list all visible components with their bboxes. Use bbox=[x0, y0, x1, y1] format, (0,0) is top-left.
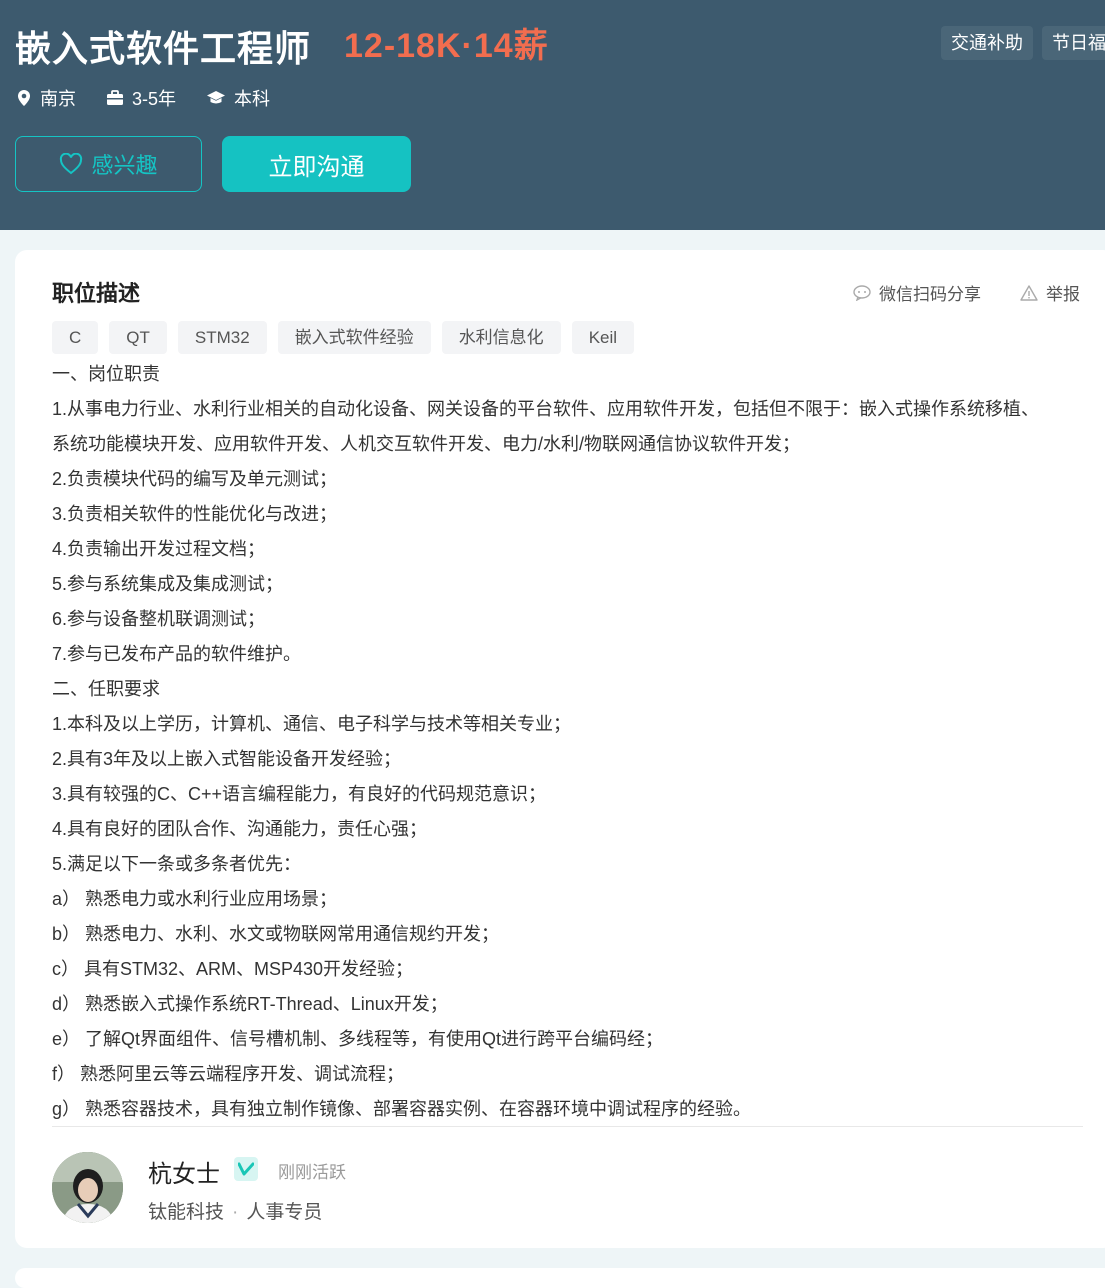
wechat-icon bbox=[853, 284, 871, 301]
description-line: 二、任职要求 bbox=[52, 679, 160, 699]
description-line: 3.负责相关软件的性能优化与改进； bbox=[52, 504, 338, 524]
job-title: 嵌入式软件工程师 bbox=[15, 28, 312, 69]
description-line: d） 熟悉嵌入式操作系统RT-Thread、Linux开发； bbox=[52, 994, 448, 1014]
verified-icon bbox=[234, 1157, 258, 1181]
recruiter-avatar[interactable] bbox=[52, 1152, 123, 1223]
description-line: 系统功能模块开发、应用软件开发、人机交互软件开发、电力/水利/物联网通信协议软件… bbox=[52, 434, 800, 454]
description-line: 5.满足以下一条或多条者优先： bbox=[52, 854, 302, 874]
avatar-photo bbox=[52, 1152, 123, 1223]
skill-tag[interactable]: QT bbox=[109, 321, 167, 354]
job-description-card: 职位描述 微信扫码分享 举报 C QT STM32 嵌入式软件经验 水利信息化 … bbox=[15, 250, 1105, 1248]
description-line: 6.参与设备整机联调测试； bbox=[52, 609, 266, 629]
welfare-tag: 节日福 bbox=[1042, 26, 1105, 60]
active-status: 刚刚活跃 bbox=[278, 1163, 346, 1182]
job-meta: 南京 3-5年 本科 bbox=[16, 85, 300, 111]
location-text: 南京 bbox=[40, 89, 76, 109]
education-text: 本科 bbox=[234, 89, 271, 109]
description-line: 一、岗位职责 bbox=[52, 364, 160, 384]
job-header-banner: 嵌入式软件工程师 12-18K·14薪 交通补助 节日福 南京 3-5年 本科 bbox=[0, 0, 1105, 230]
divider bbox=[52, 1126, 1083, 1127]
wechat-share-label: 微信扫码分享 bbox=[879, 285, 981, 304]
location: 南京 bbox=[16, 85, 76, 111]
description-line: g） 熟悉容器技术，具有独立制作镜像、部署容器实例、在容器环境中调试程序的经验。 bbox=[52, 1099, 752, 1119]
education: 本科 bbox=[206, 85, 270, 111]
interest-label: 感兴趣 bbox=[91, 153, 158, 178]
welfare-tag: 交通补助 bbox=[941, 26, 1033, 60]
salary: 12-18K·14薪 bbox=[344, 27, 549, 65]
skill-tag[interactable]: 嵌入式软件经验 bbox=[277, 321, 431, 354]
description-line: 3.具有较强的C、C++语言编程能力，有良好的代码规范意识； bbox=[52, 784, 547, 804]
description-line: 1.从事电力行业、水利行业相关的自动化设备、网关设备的平台软件、应用软件开发，包… bbox=[52, 399, 1040, 419]
skill-tag[interactable]: 水利信息化 bbox=[441, 321, 561, 354]
section-title: 职位描述 bbox=[52, 281, 141, 306]
experience-text: 3-5年 bbox=[132, 89, 177, 109]
description-line: 4.具有良好的团队合作、沟通能力，责任心强； bbox=[52, 819, 428, 839]
description-line: c） 具有STM32、ARM、MSP430开发经验； bbox=[52, 959, 414, 979]
recruiter-role: 人事专员 bbox=[246, 1202, 323, 1223]
wechat-share-button[interactable]: 微信扫码分享 bbox=[853, 280, 981, 305]
description-line: 5.参与系统集成及集成测试； bbox=[52, 574, 284, 594]
description-line: e） 了解Qt界面组件、信号槽机制、多线程等，有使用Qt进行跨平台编码经； bbox=[52, 1029, 664, 1049]
skill-tag[interactable]: Keil bbox=[571, 321, 635, 354]
chat-now-button[interactable]: 立即沟通 bbox=[222, 136, 411, 192]
briefcase-icon bbox=[107, 90, 123, 105]
description-line: f） 熟悉阿里云等云端程序开发、调试流程； bbox=[52, 1064, 404, 1084]
skill-tag[interactable]: STM32 bbox=[177, 321, 267, 354]
description-line: 2.负责模块代码的编写及单元测试； bbox=[52, 469, 338, 489]
company-name: 钛能科技 bbox=[148, 1202, 225, 1223]
job-description-text: 一、岗位职责 1.从事电力行业、水利行业相关的自动化设备、网关设备的平台软件、应… bbox=[52, 357, 1092, 1127]
report-label: 举报 bbox=[1046, 285, 1080, 304]
description-line: b） 熟悉电力、水利、水文或物联网常用通信规约开发； bbox=[52, 924, 500, 944]
description-line: 7.参与已发布产品的软件维护。 bbox=[52, 644, 302, 664]
interest-button[interactable]: 感兴趣 bbox=[15, 136, 202, 192]
heart-icon bbox=[60, 153, 83, 175]
graduation-cap-icon bbox=[207, 91, 226, 104]
description-line: 2.具有3年及以上嵌入式智能设备开发经验； bbox=[52, 749, 402, 769]
recruiter-name: 杭女士 bbox=[148, 1161, 220, 1188]
experience: 3-5年 bbox=[106, 85, 176, 111]
skill-tags: C QT STM32 嵌入式软件经验 水利信息化 Keil bbox=[52, 321, 645, 354]
chat-label: 立即沟通 bbox=[268, 153, 365, 181]
location-icon bbox=[18, 90, 30, 106]
description-line: a） 熟悉电力或水利行业应用场景； bbox=[52, 889, 338, 909]
skill-tag[interactable]: C bbox=[52, 321, 99, 354]
next-card bbox=[15, 1268, 1105, 1288]
warning-icon bbox=[1020, 284, 1038, 301]
description-line: 4.负责输出开发过程文档； bbox=[52, 539, 266, 559]
separator: · bbox=[232, 1202, 239, 1223]
description-line: 1.本科及以上学历，计算机、通信、电子科学与技术等相关专业； bbox=[52, 714, 572, 734]
report-button[interactable]: 举报 bbox=[1020, 280, 1080, 305]
recruiter-company: 钛能科技 · 人事专员 bbox=[148, 1197, 322, 1224]
